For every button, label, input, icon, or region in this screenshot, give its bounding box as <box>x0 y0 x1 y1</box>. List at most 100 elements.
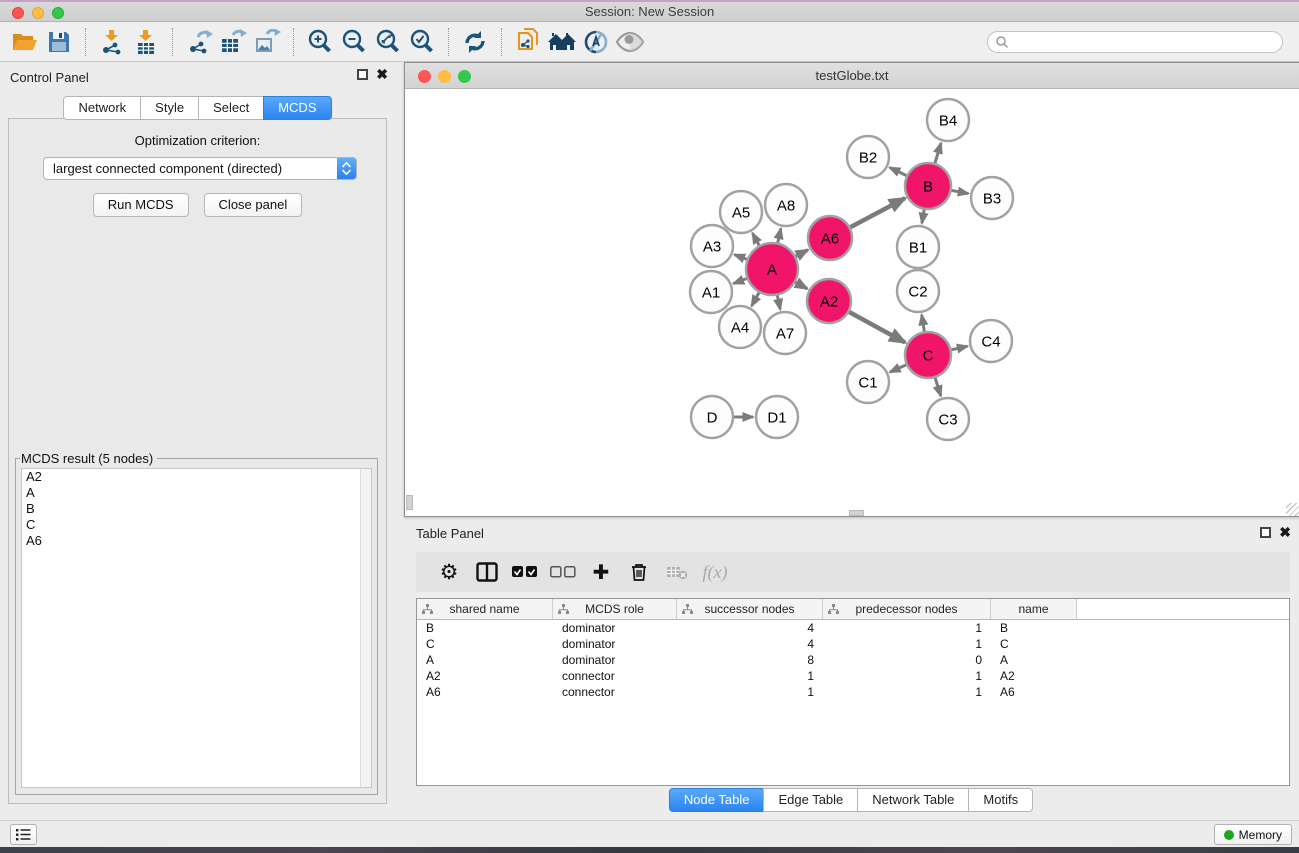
cell-shared-name[interactable]: A <box>417 653 553 667</box>
tab-select[interactable]: Select <box>198 96 264 120</box>
edge-B-B1[interactable] <box>922 210 924 224</box>
tab-network-table[interactable]: Network Table <box>857 788 969 812</box>
clone-network-icon[interactable] <box>511 26 545 58</box>
network-graph[interactable]: B4B2BB3A5A8A6A3AB1A1A2C2A4A7C4CC1DD1C3 <box>406 90 1298 516</box>
cell-name[interactable]: A6 <box>991 685 1077 699</box>
table-row[interactable]: Bdominator41B <box>417 620 1289 636</box>
select-all-icon[interactable] <box>506 555 544 589</box>
node-C4[interactable]: C4 <box>970 320 1012 362</box>
result-item-a2[interactable]: A2 <box>22 469 371 485</box>
cell-successor-nodes[interactable]: 4 <box>677 621 823 635</box>
network-canvas[interactable]: B4B2BB3A5A8A6A3AB1A1A2C2A4A7C4CC1DD1C3 <box>406 90 1298 516</box>
cell-predecessor-nodes[interactable]: 0 <box>823 653 991 667</box>
mcds-result-list[interactable]: A2ABCA6 <box>21 468 372 788</box>
node-D1[interactable]: D1 <box>756 396 798 438</box>
cell-mcds-role[interactable]: dominator <box>553 621 677 635</box>
cell-mcds-role[interactable]: connector <box>553 685 677 699</box>
cell-successor-nodes[interactable]: 4 <box>677 637 823 651</box>
cell-mcds-role[interactable]: connector <box>553 669 677 683</box>
refresh-layout-icon[interactable] <box>458 26 492 58</box>
node-A5[interactable]: A5 <box>720 191 762 233</box>
export-image-icon[interactable] <box>250 26 284 58</box>
home-icon[interactable] <box>545 26 579 58</box>
edge-A6-B[interactable] <box>850 198 905 227</box>
node-A8[interactable]: A8 <box>765 184 807 226</box>
node-A4[interactable]: A4 <box>719 306 761 348</box>
cell-mcds-role[interactable]: dominator <box>553 653 677 667</box>
export-network-icon[interactable] <box>182 26 216 58</box>
table-row[interactable]: Cdominator41C <box>417 636 1289 652</box>
node-A7[interactable]: A7 <box>764 312 806 354</box>
cell-name[interactable]: A <box>991 653 1077 667</box>
tab-style[interactable]: Style <box>140 96 199 120</box>
float-panel-icon[interactable] <box>357 69 368 80</box>
cell-name[interactable]: C <box>991 637 1077 651</box>
cell-name[interactable]: B <box>991 621 1077 635</box>
result-item-a[interactable]: A <box>22 485 371 501</box>
edge-A-A2[interactable] <box>796 282 808 289</box>
node-A6[interactable]: A6 <box>808 216 852 260</box>
cell-predecessor-nodes[interactable]: 1 <box>823 669 991 683</box>
tab-motifs[interactable]: Motifs <box>968 788 1033 812</box>
column-header-shared-name[interactable]: shared name <box>417 599 553 619</box>
table-row[interactable]: A2connector11A2 <box>417 668 1289 684</box>
save-session-icon[interactable] <box>42 26 76 58</box>
cell-successor-nodes[interactable]: 8 <box>677 653 823 667</box>
node-C2[interactable]: C2 <box>897 270 939 312</box>
node-B2[interactable]: B2 <box>847 136 889 178</box>
result-item-b[interactable]: B <box>22 501 371 517</box>
cell-predecessor-nodes[interactable]: 1 <box>823 637 991 651</box>
node-A2[interactable]: A2 <box>807 279 851 323</box>
float-table-panel-icon[interactable] <box>1260 527 1271 538</box>
show-graphics-details-icon[interactable] <box>613 26 647 58</box>
cell-predecessor-nodes[interactable]: 1 <box>823 621 991 635</box>
cell-predecessor-nodes[interactable]: 1 <box>823 685 991 699</box>
cell-shared-name[interactable]: C <box>417 637 553 651</box>
tab-edge-table[interactable]: Edge Table <box>763 788 858 812</box>
node-B3[interactable]: B3 <box>971 177 1013 219</box>
edge-C-C4[interactable] <box>951 346 967 350</box>
cell-successor-nodes[interactable]: 1 <box>677 685 823 699</box>
cell-shared-name[interactable]: A6 <box>417 685 553 699</box>
zoom-fit-icon[interactable] <box>371 26 405 58</box>
result-item-a6[interactable]: A6 <box>22 533 371 549</box>
node-A1[interactable]: A1 <box>690 271 732 313</box>
node-A[interactable]: A <box>746 243 798 295</box>
edge-B-B3[interactable] <box>952 190 969 193</box>
table-row[interactable]: A6connector11A6 <box>417 684 1289 700</box>
delete-column-icon[interactable] <box>620 555 658 589</box>
add-column-icon[interactable]: ✚ <box>582 555 620 589</box>
edge-C-C1[interactable] <box>890 365 906 372</box>
table-row[interactable]: Adominator80A <box>417 652 1289 668</box>
cell-name[interactable]: A2 <box>991 669 1077 683</box>
tab-node-table[interactable]: Node Table <box>669 788 765 812</box>
cell-shared-name[interactable]: B <box>417 621 553 635</box>
node-C[interactable]: C <box>905 332 951 378</box>
close-panel-icon[interactable]: ✖ <box>376 69 388 80</box>
node-B[interactable]: B <box>905 163 951 209</box>
cell-successor-nodes[interactable]: 1 <box>677 669 823 683</box>
node-D[interactable]: D <box>691 396 733 438</box>
node-A3[interactable]: A3 <box>691 225 733 267</box>
search-input[interactable] <box>987 31 1283 53</box>
edge-A-A1[interactable] <box>733 279 746 284</box>
network-vertical-scroll-thumb[interactable] <box>406 495 413 510</box>
table-settings-icon[interactable]: ⚙ <box>430 555 468 589</box>
edge-B-B2[interactable] <box>890 167 907 175</box>
node-B1[interactable]: B1 <box>897 226 939 268</box>
hide-labels-icon[interactable] <box>579 26 613 58</box>
column-header-predecessor-nodes[interactable]: predecessor nodes <box>823 599 991 619</box>
edge-A-A8[interactable] <box>778 228 781 242</box>
edge-A-A3[interactable] <box>734 255 746 260</box>
result-item-c[interactable]: C <box>22 517 371 533</box>
cell-shared-name[interactable]: A2 <box>417 669 553 683</box>
node-B4[interactable]: B4 <box>927 99 969 141</box>
edge-B-B4[interactable] <box>935 143 941 163</box>
edge-C-C2[interactable] <box>922 315 925 332</box>
node-table[interactable]: shared nameMCDS rolesuccessor nodesprede… <box>416 598 1290 786</box>
edge-A-A6[interactable] <box>796 250 808 256</box>
close-table-panel-icon[interactable]: ✖ <box>1279 527 1291 538</box>
column-header-name[interactable]: name <box>991 599 1077 619</box>
network-window-titlebar[interactable]: testGlobe.txt <box>405 63 1299 89</box>
open-session-icon[interactable] <box>8 26 42 58</box>
